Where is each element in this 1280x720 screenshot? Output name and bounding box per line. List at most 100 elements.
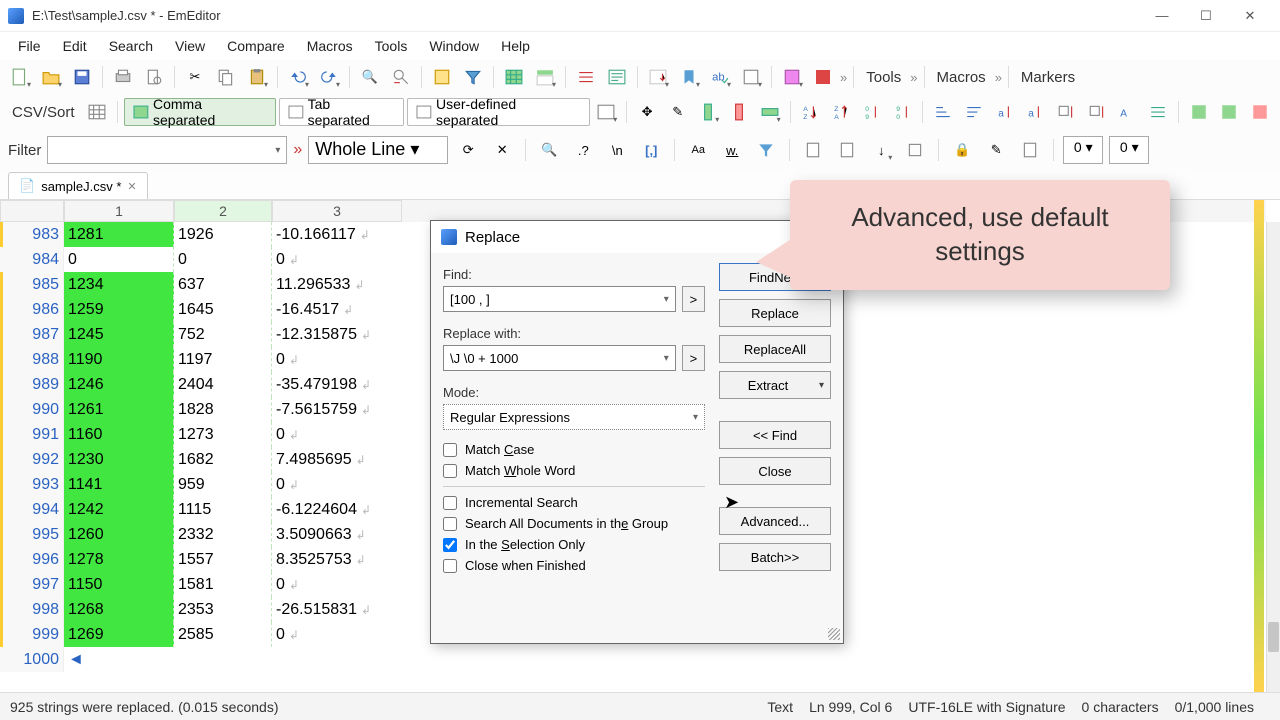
copy-icon[interactable] [212,63,240,91]
tab-close-icon[interactable]: ✕ [127,180,136,193]
new-icon[interactable] [6,63,34,91]
grid2-icon[interactable] [1216,98,1244,126]
filter-toggle-icon[interactable] [459,63,487,91]
wrap-window-icon[interactable] [603,63,631,91]
spell-icon[interactable]: ab [706,63,734,91]
cell-c2[interactable]: 752 [174,322,272,347]
row-number[interactable]: 999 [0,622,64,647]
grid1-icon[interactable] [1185,98,1213,126]
whole-word-checkbox[interactable]: Match Whole Word [443,463,705,478]
cell-c2[interactable]: 2585 [174,622,272,647]
cell-c1[interactable]: 1160 [64,422,174,447]
cell-c3[interactable]: 0↲ [272,472,402,497]
cell-c1[interactable]: 1261 [64,397,174,422]
resize-grip-icon[interactable] [828,628,840,640]
status-position[interactable]: Ln 999, Col 6 [809,699,892,715]
cell-c3[interactable]: -35.479198↲ [272,372,402,397]
cell-c2[interactable]: 0 [174,247,272,272]
col-icon[interactable] [695,98,723,126]
tab-separated-button[interactable]: Tab separated [279,98,404,126]
cell-c2[interactable]: 2404 [174,372,272,397]
menu-edit[interactable]: Edit [53,34,97,58]
cell-c1[interactable]: 1234 [64,272,174,297]
row-number[interactable]: 992 [0,447,64,472]
cell-c1[interactable]: 1150 [64,572,174,597]
cell-c3[interactable]: 0↲ [272,347,402,372]
csv-settings-icon[interactable] [84,98,112,126]
paste-icon[interactable] [243,63,271,91]
row-number[interactable]: 990 [0,397,64,422]
sort-az-icon[interactable]: AZ [797,98,825,126]
cell-c3[interactable]: -7.5615759↲ [272,397,402,422]
more-icon[interactable] [737,63,765,91]
cell-c1[interactable]: 1260 [64,522,174,547]
dedup-icon[interactable] [1144,98,1172,126]
cell-c3[interactable]: 0↲ [272,247,402,272]
close-dialog-button[interactable]: Close [719,457,831,485]
cut-icon[interactable]: ✂ [181,63,209,91]
filter-input[interactable] [47,136,287,164]
in-selection-checkbox[interactable]: In the Selection Only [443,537,705,552]
cell-c1[interactable]: 1141 [64,472,174,497]
col-del-icon[interactable] [725,98,753,126]
random-sort-icon[interactable]: A [1113,98,1141,126]
cell-c3[interactable]: -26.515831↲ [272,597,402,622]
row-number[interactable]: 987 [0,322,64,347]
box-icon[interactable] [901,136,929,164]
row-number[interactable]: 986 [0,297,64,322]
back-find-button[interactable]: << Find [719,421,831,449]
replace-button[interactable]: Replace [719,299,831,327]
cell-c3[interactable]: 0↲ [272,422,402,447]
menu-macros[interactable]: Macros [297,34,363,58]
row-number[interactable]: 985 [0,272,64,297]
table-row[interactable]: 1000◄ [0,647,1266,672]
close-button[interactable]: ✕ [1228,2,1272,30]
plugin1-icon[interactable] [778,63,806,91]
extract-icon[interactable] [428,63,456,91]
close-finished-checkbox[interactable]: Close when Finished [443,558,705,573]
cell-c1[interactable]: 1246 [64,372,174,397]
cell-c1[interactable]: 1230 [64,447,174,472]
sort-09-icon[interactable]: 09 [858,98,886,126]
row-number[interactable]: 993 [0,472,64,497]
menu-search[interactable]: Search [99,34,163,58]
comma-separated-button[interactable]: Comma separated [124,98,276,126]
row-number[interactable]: 996 [0,547,64,572]
cell-c1[interactable]: 1259 [64,297,174,322]
cell-c1[interactable]: 1190 [64,347,174,372]
cell-c2[interactable]: 2353 [174,597,272,622]
bracket-icon[interactable]: [,] [637,136,665,164]
word-asc-icon[interactable]: a [991,98,1019,126]
cell-c3[interactable]: 3.5090663↲ [272,522,402,547]
red-square-icon[interactable] [809,63,837,91]
shorten-asc-icon[interactable] [929,98,957,126]
find-input[interactable]: [100 , ] [443,286,676,312]
menu-window[interactable]: Window [419,34,489,58]
status-encoding[interactable]: UTF-16LE with Signature [908,699,1065,715]
sort-90-icon[interactable]: 90 [889,98,917,126]
cell-c2[interactable]: 1115 [174,497,272,522]
csv-icon[interactable] [500,63,528,91]
sort-icon[interactable] [644,63,672,91]
tools-group-label[interactable]: Tools [860,69,907,86]
cell-c2[interactable]: 959 [174,472,272,497]
cell-c2[interactable]: 1828 [174,397,272,422]
cell-c1[interactable]: 1245 [64,322,174,347]
case-icon[interactable]: Aa [684,136,712,164]
row-icon[interactable] [756,98,784,126]
col-3[interactable]: 3 [272,200,402,222]
cell-c3[interactable]: 7.4985695↲ [272,447,402,472]
col-rownum[interactable] [0,200,64,222]
incremental-checkbox[interactable]: Incremental Search [443,495,705,510]
menu-tools[interactable]: Tools [365,34,418,58]
cell-c2[interactable]: 1682 [174,447,272,472]
cell-c3[interactable]: -6.1224604↲ [272,497,402,522]
word-desc-icon[interactable]: a [1021,98,1049,126]
cell-c3[interactable]: 0↲ [272,572,402,597]
lock-icon[interactable]: 🔒 [948,136,976,164]
cell-c2[interactable]: 2332 [174,522,272,547]
cell-c2[interactable]: 637 [174,272,272,297]
doc1-icon[interactable] [799,136,827,164]
find-icon[interactable]: 🔍 [356,63,384,91]
num2-input[interactable]: 0 ▾ [1109,136,1149,164]
